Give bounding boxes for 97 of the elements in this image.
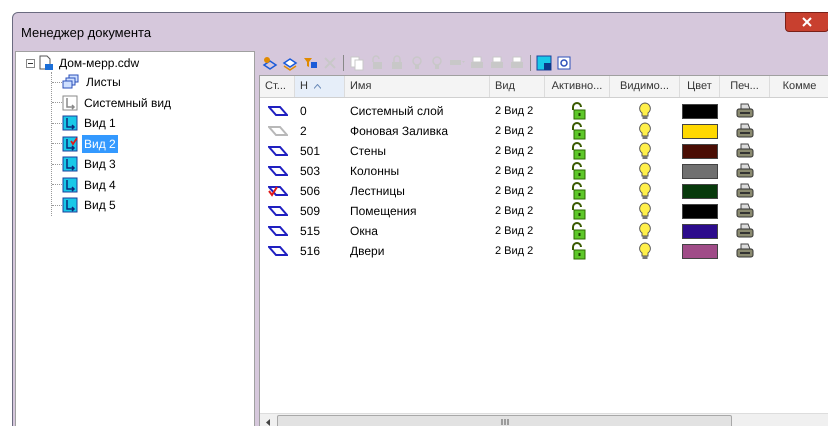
open-lock-icon[interactable] <box>570 142 586 160</box>
print-icon <box>509 55 525 71</box>
copy-icon <box>349 55 365 71</box>
light-bulb-icon[interactable] <box>638 142 652 160</box>
table-cell-text: 2 Вид 2 <box>494 204 534 219</box>
table-cell-text: Окна <box>349 223 379 240</box>
printer-icon[interactable] <box>736 183 754 199</box>
color-swatch[interactable] <box>682 104 718 118</box>
color-swatch[interactable] <box>682 244 718 258</box>
table-cell-text: Фоновая Заливка <box>349 123 450 140</box>
light-bulb-icon[interactable] <box>638 162 652 180</box>
view-props-tool-button[interactable] <box>535 54 553 72</box>
horizontal-scrollbar[interactable] <box>260 413 828 426</box>
printer-icon[interactable] <box>736 123 754 139</box>
grip-icon <box>500 419 508 425</box>
tree-item[interactable]: Листы <box>84 73 123 92</box>
table-cell-text: 501 <box>299 143 322 160</box>
light-bulb-icon[interactable] <box>638 202 652 220</box>
column-header[interactable]: Н <box>295 76 345 97</box>
sheets-icon <box>62 74 80 90</box>
settings-icon <box>556 55 572 71</box>
column-header[interactable]: Комме <box>770 76 828 97</box>
color-swatch[interactable] <box>682 184 718 198</box>
tree-item[interactable]: Вид 3 <box>82 155 118 174</box>
table-cell-text: 0 <box>299 103 308 120</box>
open-lock-icon[interactable] <box>570 102 586 120</box>
new-layer-icon <box>262 55 278 71</box>
light-bulb-icon[interactable] <box>638 102 652 120</box>
color-swatch[interactable] <box>682 204 718 218</box>
table-cell-text: 516 <box>299 243 322 260</box>
table-cell-text: 509 <box>299 203 322 220</box>
table-cell-text: Стены <box>349 143 387 160</box>
table-cell-text: 2 Вид 2 <box>494 124 534 139</box>
color-swatch[interactable] <box>682 164 718 178</box>
column-header[interactable]: Видимо... <box>610 76 680 97</box>
color-swatch[interactable] <box>682 124 718 138</box>
view-props-icon <box>536 55 552 71</box>
light-bulb-icon[interactable] <box>638 122 652 140</box>
table-cell-text: 2 Вид 2 <box>494 144 534 159</box>
column-header[interactable]: Цвет <box>680 76 720 97</box>
table-cell-text: 2 Вид 2 <box>494 164 534 179</box>
settings-tool-button[interactable] <box>555 54 573 72</box>
open-lock-icon[interactable] <box>570 182 586 200</box>
system-view-icon <box>62 94 78 111</box>
window-title: Менеджер документа <box>21 24 152 42</box>
column-header[interactable]: Печ... <box>720 76 770 97</box>
printer-icon[interactable] <box>736 163 754 179</box>
new-layer-tool-button[interactable] <box>261 54 279 72</box>
close-icon <box>802 17 812 27</box>
table-cell-text: Помещения <box>349 203 418 220</box>
open-lock-icon[interactable] <box>570 242 586 260</box>
tree-item[interactable]: Вид 4 <box>82 176 118 194</box>
open-lock-icon[interactable] <box>570 202 586 220</box>
printer-icon[interactable] <box>736 223 754 239</box>
color-swatch[interactable] <box>682 144 718 158</box>
column-header[interactable]: Вид <box>490 76 545 97</box>
collapse-toggle[interactable] <box>26 58 35 68</box>
view-icon <box>62 197 78 214</box>
document-icon <box>38 55 54 71</box>
open-lock-icon[interactable] <box>570 162 586 180</box>
table-cell-text: 2 Вид 2 <box>494 224 534 239</box>
table-cell-text: Двери <box>349 243 386 260</box>
minus-icon <box>28 60 33 66</box>
table-cell-text: 506 <box>299 183 322 200</box>
printer-icon[interactable] <box>736 243 754 259</box>
print-icon <box>489 55 505 71</box>
tree-item[interactable]: Дом-мерр.cdw <box>59 54 140 72</box>
printer-icon[interactable] <box>736 203 754 219</box>
tree-item[interactable]: Вид 1 <box>82 114 118 132</box>
table-cell-text: 2 Вид 2 <box>494 104 534 119</box>
table-cell-text: 2 <box>299 123 308 140</box>
print-icon <box>469 55 485 71</box>
light-bulb-icon[interactable] <box>638 242 652 260</box>
table-cell-text: 2 Вид 2 <box>494 244 534 259</box>
light-bulb-icon[interactable] <box>638 182 652 200</box>
column-header[interactable]: Активно... <box>545 76 610 97</box>
light-bulb-icon[interactable] <box>638 222 652 240</box>
table-cell-text: 2 Вид 2 <box>494 184 534 199</box>
view-icon <box>62 176 78 193</box>
scrollbar-thumb[interactable] <box>277 415 732 426</box>
table-cell-text: 515 <box>299 223 322 240</box>
printer-icon[interactable] <box>736 103 754 119</box>
tree-item[interactable]: Вид 5 <box>82 196 118 214</box>
column-header[interactable]: Имя <box>345 76 490 97</box>
color-swatch[interactable] <box>682 224 718 238</box>
table-cell-text: Системный слой <box>349 103 444 120</box>
table-cell-text: 503 <box>299 163 322 180</box>
table-cell-text: Лестницы <box>349 183 406 200</box>
printer-icon[interactable] <box>736 143 754 159</box>
open-lock-icon[interactable] <box>570 222 586 240</box>
table-cell-text: Колонны <box>349 163 400 180</box>
tree-item[interactable]: Системный вид <box>82 94 174 112</box>
open-lock-icon[interactable] <box>570 122 586 140</box>
view-icon <box>62 156 78 172</box>
filter-icon <box>302 55 318 71</box>
close-button[interactable] <box>785 12 828 32</box>
view-icon <box>62 115 78 132</box>
